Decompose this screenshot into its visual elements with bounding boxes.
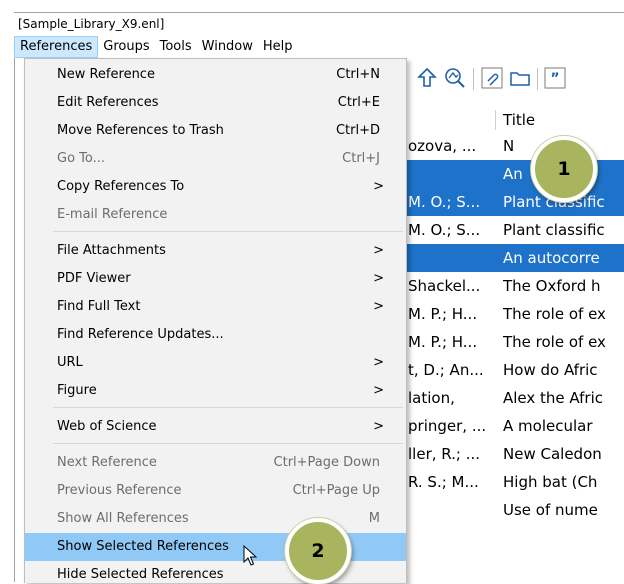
insert-citation-icon[interactable]: ” xyxy=(543,66,567,90)
menu-item-copy-references-to[interactable]: Copy References To > xyxy=(25,173,406,201)
table-row[interactable]: M. O.; S... Plant classific xyxy=(405,188,624,216)
menu-groups[interactable]: Groups xyxy=(98,36,154,58)
menu-item-previous-reference[interactable]: Previous Reference Ctrl+Page Up xyxy=(25,477,406,505)
menu-tools[interactable]: Tools xyxy=(155,36,197,58)
title-column-header[interactable]: Title xyxy=(503,108,535,132)
menu-references[interactable]: References xyxy=(14,36,99,58)
menu-item-move-to-trash[interactable]: Move References to Trash Ctrl+D xyxy=(25,117,406,145)
menu-item-web-of-science[interactable]: Web of Science > xyxy=(25,413,406,441)
svg-text:”: ” xyxy=(550,71,559,87)
window-left-border xyxy=(14,58,15,582)
window-top-border xyxy=(14,12,624,13)
submenu-arrow-icon: > xyxy=(373,243,384,258)
submenu-arrow-icon: > xyxy=(373,299,384,314)
attach-file-icon[interactable] xyxy=(480,66,504,90)
menu-bar: References Groups Tools Window Help xyxy=(14,36,614,58)
submenu-arrow-icon: > xyxy=(373,383,384,398)
table-row[interactable]: ller, R.; ... New Caledon xyxy=(405,440,624,468)
menu-item-figure[interactable]: Figure > xyxy=(25,377,406,405)
online-search-icon[interactable] xyxy=(443,66,467,90)
library-toolbar: ” xyxy=(405,62,624,92)
menu-item-go-to[interactable]: Go To... Ctrl+J xyxy=(25,145,406,173)
table-row[interactable]: R. S.; M... High bat (Ch xyxy=(405,468,624,496)
menu-item-url[interactable]: URL > xyxy=(25,349,406,377)
table-row[interactable]: pringer, ... A molecular xyxy=(405,412,624,440)
mouse-cursor-icon xyxy=(243,545,258,566)
column-header[interactable]: Title xyxy=(405,108,624,132)
window-title: [Sample_Library_X9.enl] xyxy=(14,14,618,34)
menu-separator xyxy=(53,231,403,232)
menu-item-find-full-text[interactable]: Find Full Text > xyxy=(25,293,406,321)
callout-badge-1: 1 xyxy=(531,136,597,202)
table-row[interactable]: Shackel... The Oxford h xyxy=(405,272,624,300)
table-row[interactable]: M. P.; H... The role of ex xyxy=(405,328,624,356)
callout-badge-2: 2 xyxy=(285,518,351,584)
upload-icon[interactable] xyxy=(415,66,439,90)
submenu-arrow-icon: > xyxy=(373,179,384,194)
table-row[interactable]: An autocorre xyxy=(405,244,624,272)
menu-item-file-attachments[interactable]: File Attachments > xyxy=(25,237,406,265)
menu-item-pdf-viewer[interactable]: PDF Viewer > xyxy=(25,265,406,293)
menu-help[interactable]: Help xyxy=(258,36,298,58)
submenu-arrow-icon: > xyxy=(373,419,384,434)
submenu-arrow-icon: > xyxy=(373,355,384,370)
menu-item-hide-selected-references[interactable]: Hide Selected References xyxy=(25,561,406,583)
toolbar-separator xyxy=(473,68,474,90)
column-separator[interactable] xyxy=(495,110,496,130)
menu-item-show-all-references[interactable]: Show All References M xyxy=(25,505,406,533)
table-row[interactable]: M. O.; S... Plant classific xyxy=(405,216,624,244)
menu-separator xyxy=(53,443,403,444)
menu-item-find-reference-updates[interactable]: Find Reference Updates... xyxy=(25,321,406,349)
folder-icon[interactable] xyxy=(508,66,532,90)
references-menu: New Reference Ctrl+N Edit References Ctrl+… xyxy=(24,58,407,583)
menu-item-next-reference[interactable]: Next Reference Ctrl+Page Down xyxy=(25,449,406,477)
menu-item-email-reference[interactable]: E-mail Reference xyxy=(25,201,406,229)
table-row[interactable]: M. P.; H... The role of ex xyxy=(405,300,624,328)
table-row[interactable]: Use of nume xyxy=(405,496,624,524)
menu-separator xyxy=(53,407,403,408)
table-row[interactable]: t, D.; An... How do Afric xyxy=(405,356,624,384)
table-row[interactable]: lation, Alex the Afric xyxy=(405,384,624,412)
menu-item-new-reference[interactable]: New Reference Ctrl+N xyxy=(25,61,406,89)
menu-window[interactable]: Window xyxy=(197,36,258,58)
menu-item-edit-references[interactable]: Edit References Ctrl+E xyxy=(25,89,406,117)
submenu-arrow-icon: > xyxy=(373,271,384,286)
toolbar-separator xyxy=(537,68,538,90)
